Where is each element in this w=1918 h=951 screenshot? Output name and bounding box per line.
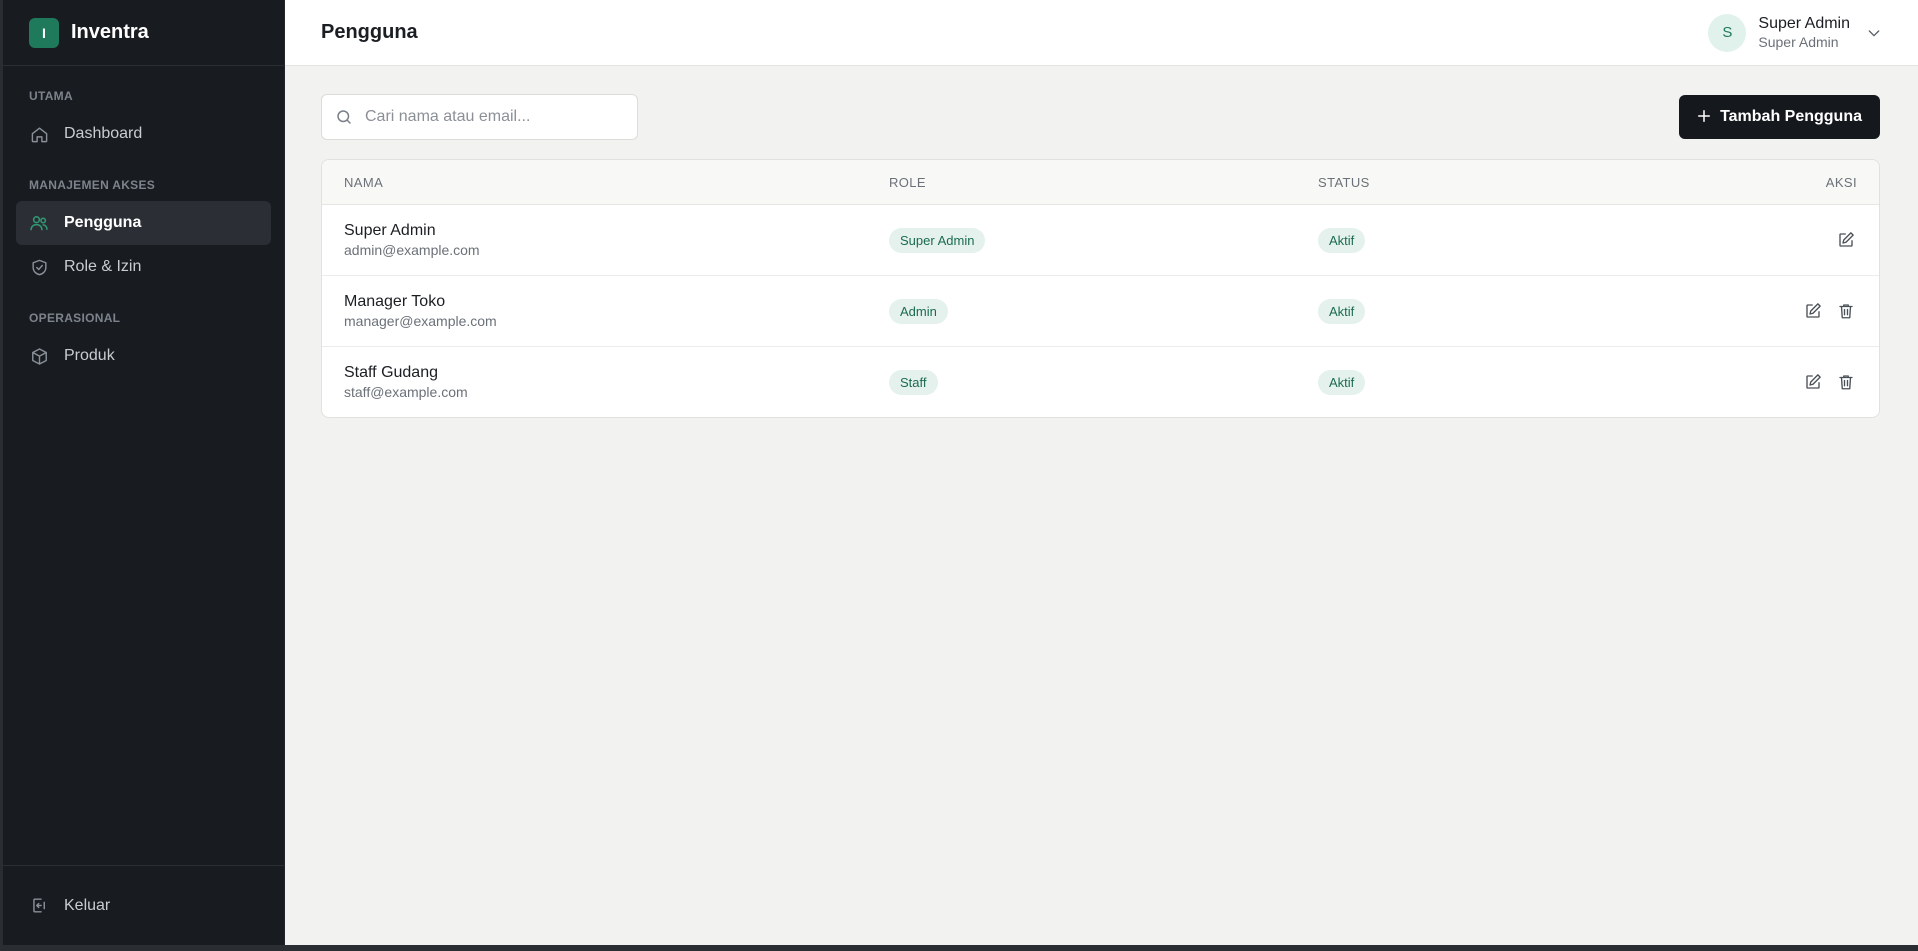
search-icon xyxy=(335,108,353,126)
sidebar: I Inventra UTAMA Dashboard MANAJEMEN AKS… xyxy=(3,0,285,945)
user-menu[interactable]: S Super Admin Super Admin xyxy=(1708,13,1882,52)
sidebar-item-label: Dashboard xyxy=(64,125,143,142)
logout-icon xyxy=(29,896,49,916)
role-cell: Staff xyxy=(889,369,1318,395)
nav-section-manajemen-akses: MANAJEMEN AKSES xyxy=(29,178,156,192)
user-row-email: admin@example.com xyxy=(344,242,480,258)
user-row-email: manager@example.com xyxy=(344,313,497,329)
status-cell: Aktif xyxy=(1318,298,1719,324)
nav-section-operasional: OPERASIONAL xyxy=(29,311,121,325)
column-header-nama: NAMA xyxy=(344,174,384,190)
edit-icon[interactable] xyxy=(1802,300,1824,322)
table-row: Manager Toko manager@example.com Admin A… xyxy=(322,276,1879,347)
logout-label: Keluar xyxy=(64,896,111,914)
sidebar-item-label: Pengguna xyxy=(64,214,142,231)
trash-icon[interactable] xyxy=(1835,300,1857,322)
topbar: Pengguna S Super Admin Super Admin xyxy=(285,0,1918,66)
role-badge: Admin xyxy=(889,298,948,324)
column-header-role: ROLE xyxy=(889,174,927,190)
actions-cell xyxy=(1719,371,1879,393)
status-badge: Aktif xyxy=(1318,298,1366,324)
sidebar-item-produk[interactable]: Produk xyxy=(16,334,271,378)
user-cell: Staff Gudang staff@example.com xyxy=(322,363,889,401)
users-table: NAMA ROLE STATUS AKSI Super Admin admin@… xyxy=(321,159,1880,418)
shield-check-icon xyxy=(29,257,49,277)
trash-icon[interactable] xyxy=(1835,371,1857,393)
home-icon xyxy=(29,124,49,144)
status-badge: Aktif xyxy=(1318,369,1366,395)
sidebar-item-label: Role & Izin xyxy=(64,258,142,275)
user-row-name: Staff Gudang xyxy=(344,364,438,381)
chevron-down-icon[interactable] xyxy=(1866,25,1882,41)
brand-logo: I xyxy=(29,17,59,48)
edit-icon[interactable] xyxy=(1802,371,1824,393)
role-cell: Super Admin xyxy=(889,227,1318,253)
logout-button[interactable]: Keluar xyxy=(16,884,271,928)
brand[interactable]: I Inventra xyxy=(3,0,284,66)
edit-icon[interactable] xyxy=(1835,229,1857,251)
search-box[interactable] xyxy=(321,94,638,140)
content: Tambah Pengguna NAMA ROLE STATUS AKSI Su… xyxy=(285,66,1918,418)
user-info: Super Admin Super Admin xyxy=(1758,15,1850,51)
avatar: S xyxy=(1708,13,1747,52)
app-window: I Inventra UTAMA Dashboard MANAJEMEN AKS… xyxy=(3,0,1918,945)
user-row-name: Super Admin xyxy=(344,222,436,239)
role-badge: Staff xyxy=(889,369,938,395)
add-user-button[interactable]: Tambah Pengguna xyxy=(1679,95,1880,139)
user-role: Super Admin xyxy=(1758,33,1839,50)
users-icon xyxy=(29,213,49,233)
role-badge: Super Admin xyxy=(889,227,986,253)
sidebar-item-dashboard[interactable]: Dashboard xyxy=(16,112,271,156)
sidebar-item-label: Produk xyxy=(64,347,115,364)
actions-cell xyxy=(1719,300,1879,322)
sidebar-footer: Keluar xyxy=(3,865,284,945)
user-name: Super Admin xyxy=(1758,14,1850,32)
sidebar-item-pengguna[interactable]: Pengguna xyxy=(16,201,271,245)
user-cell: Manager Toko manager@example.com xyxy=(322,292,889,330)
table-row: Staff Gudang staff@example.com Staff Akt… xyxy=(322,347,1879,417)
status-cell: Aktif xyxy=(1318,369,1719,395)
table-row: Super Admin admin@example.com Super Admi… xyxy=(322,205,1879,276)
sidebar-nav: UTAMA Dashboard MANAJEMEN AKSES Pengguna xyxy=(3,66,284,865)
user-cell: Super Admin admin@example.com xyxy=(322,221,889,259)
user-row-email: staff@example.com xyxy=(344,384,468,400)
column-header-status: STATUS xyxy=(1318,174,1370,190)
search-input[interactable] xyxy=(365,108,625,126)
role-cell: Admin xyxy=(889,298,1318,324)
actions-cell xyxy=(1719,229,1879,251)
status-badge: Aktif xyxy=(1318,227,1366,253)
plus-icon xyxy=(1697,107,1711,127)
table-header: NAMA ROLE STATUS AKSI xyxy=(322,160,1879,205)
main-area: Pengguna S Super Admin Super Admin Cari … xyxy=(285,0,1918,945)
user-row-name: Manager Toko xyxy=(344,293,446,310)
brand-name: Inventra xyxy=(71,21,149,43)
column-header-aksi: AKSI xyxy=(1825,174,1857,190)
nav-section-utama: UTAMA xyxy=(29,89,73,103)
sidebar-item-role-izin[interactable]: Role & Izin xyxy=(16,245,271,289)
toolbar: Tambah Pengguna xyxy=(321,94,1880,140)
status-cell: Aktif xyxy=(1318,227,1719,253)
page-title: Pengguna xyxy=(321,21,418,43)
add-user-label: Tambah Pengguna xyxy=(1720,108,1862,125)
box-icon xyxy=(29,346,49,366)
